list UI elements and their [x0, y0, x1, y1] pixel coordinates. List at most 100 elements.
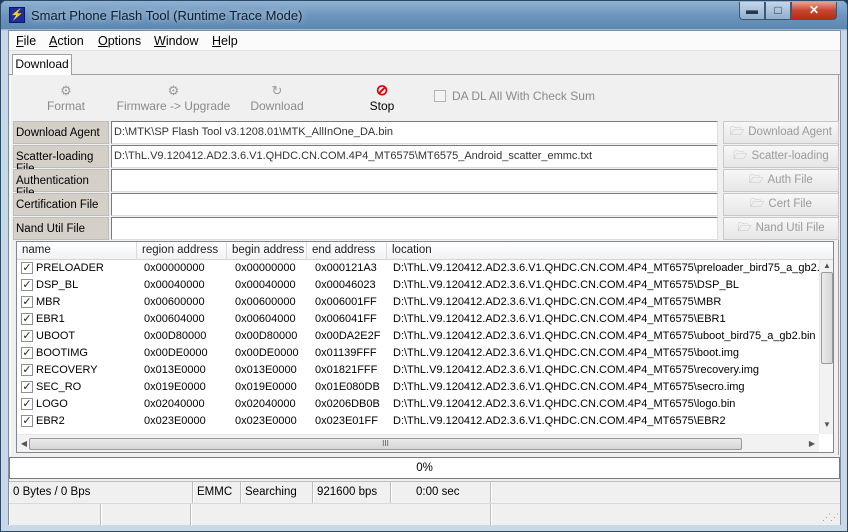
menu-help[interactable]: Help — [212, 34, 238, 48]
row-checkbox[interactable]: ✓ — [21, 381, 33, 393]
table-row[interactable]: ✓ RECOVERY 0x013E0000 0x013E0000 0x01821FFF D… — [17, 362, 819, 379]
scatter-input[interactable]: D:\ThL.V9.120412.AD2.3.6.V1.QHDC.CN.COM.… — [111, 145, 718, 168]
download-label: Download — [250, 99, 304, 113]
minimize-button[interactable]: ▬ — [739, 2, 765, 20]
close-button[interactable]: ✕ — [791, 2, 837, 20]
row-region-address: 0x019E0000 — [144, 381, 206, 393]
stop-button[interactable]: ⊘ Stop — [361, 83, 403, 117]
row-region-address: 0x00604000 — [144, 313, 205, 325]
row-end-address: 0x00046023 — [315, 279, 376, 291]
folder-icon: 🗁 — [733, 150, 748, 162]
row-checkbox[interactable]: ✓ — [21, 330, 33, 342]
download-button[interactable]: ↻ Download — [247, 83, 307, 117]
table-row[interactable]: ✓ MBR 0x00600000 0x00600000 0x006001FF D:\ThL… — [17, 294, 819, 311]
auth-input[interactable] — [111, 169, 718, 192]
nand-util-file-button[interactable]: 🗁 Nand Util File — [723, 217, 839, 240]
cert-input[interactable] — [111, 193, 718, 216]
checkbox-box[interactable] — [434, 90, 446, 102]
row-checkbox[interactable]: ✓ — [21, 347, 33, 359]
cert-file-button[interactable]: 🗁 Cert File — [723, 193, 839, 216]
col-end-address[interactable]: end address — [307, 242, 387, 260]
scroll-down-icon[interactable]: ▼ — [820, 420, 834, 429]
download-agent-button[interactable]: 🗁 Download Agent — [723, 121, 839, 144]
tab-download[interactable]: Download — [12, 54, 72, 75]
row-end-address: 0x000121A3 — [315, 262, 377, 274]
row-end-address: 0x01E080DB — [315, 381, 380, 393]
auth-file-button[interactable]: 🗁 Auth File — [723, 169, 839, 192]
row-location: D:\ThL.V9.120412.AD2.3.6.V1.QHDC.CN.COM.… — [393, 313, 726, 325]
vertical-scroll-thumb[interactable] — [821, 272, 833, 364]
nand-input[interactable] — [111, 217, 718, 240]
row-name: EBR2 — [36, 415, 65, 427]
horizontal-scrollbar[interactable]: ◀ III ▶ — [17, 434, 819, 452]
row-checkbox[interactable]: ✓ — [21, 262, 33, 274]
row-end-address: 0x00DA2E2F — [315, 330, 381, 342]
row-end-address: 0x006001FF — [315, 296, 377, 308]
table-row[interactable]: ✓ EBR1 0x00604000 0x00604000 0x006041FF D:\Th… — [17, 311, 819, 328]
row-region-address: 0x00600000 — [144, 296, 205, 308]
scroll-up-icon[interactable]: ▲ — [820, 261, 834, 270]
scatter-loading-button[interactable]: 🗁 Scatter-loading — [723, 145, 839, 168]
stop-icon: ⊘ — [375, 82, 389, 99]
status-transfer: 0 Bytes / 0 Bps — [9, 482, 193, 504]
table-row[interactable]: ✓ PRELOADER 0x00000000 0x00000000 0x000121A3… — [17, 260, 819, 277]
partition-list: name region address begin address end ad… — [16, 241, 834, 453]
folder-icon: 🗁 — [749, 174, 764, 186]
gear-icon: ⚙ — [167, 83, 180, 98]
col-location[interactable]: location — [387, 242, 833, 260]
format-button[interactable]: ⚙ Format — [41, 83, 91, 117]
col-name[interactable]: name — [17, 242, 137, 260]
app-window: ⚡ Smart Phone Flash Tool (Runtime Trace … — [0, 0, 848, 532]
auth-label: Authentication File — [13, 169, 109, 199]
menu-options[interactable]: Options — [98, 34, 141, 48]
menu-file[interactable]: File — [16, 34, 36, 48]
firmware-upgrade-button[interactable]: ⚙ Firmware -> Upgrade — [116, 83, 231, 117]
col-begin-address[interactable]: begin address — [227, 242, 307, 260]
status2-cell — [101, 504, 191, 526]
scroll-right-icon[interactable]: ▶ — [805, 439, 819, 448]
maximize-button[interactable]: □ — [765, 2, 791, 20]
row-name: UBOOT — [36, 330, 76, 342]
row-location: D:\ThL.V9.120412.AD2.3.6.V1.QHDC.CN.COM.… — [393, 279, 740, 291]
row-name: DSP_BL — [36, 279, 79, 291]
row-name: LOGO — [36, 398, 68, 410]
row-checkbox[interactable]: ✓ — [21, 364, 33, 376]
resize-grip-icon[interactable]: ⋰⋰ — [822, 512, 839, 523]
row-location: D:\ThL.V9.120412.AD2.3.6.V1.QHDC.CN.COM.… — [393, 364, 760, 376]
row-end-address: 0x01139FFF — [315, 347, 377, 359]
title-bar[interactable]: ⚡ Smart Phone Flash Tool (Runtime Trace … — [1, 1, 847, 29]
table-row[interactable]: ✓ UBOOT 0x00D80000 0x00D80000 0x00DA2E2F D:\T… — [17, 328, 819, 345]
vertical-scrollbar[interactable]: ▲ ▼ — [819, 260, 833, 434]
table-row[interactable]: ✓ LOGO 0x02040000 0x02040000 0x0206DB0B D:\Th… — [17, 396, 819, 413]
table-row[interactable]: ✓ EBR2 0x023E0000 0x023E0000 0x023E01FF D:\Th… — [17, 413, 819, 430]
list-header: name region address begin address end ad… — [17, 242, 833, 260]
row-location: D:\ThL.V9.120412.AD2.3.6.V1.QHDC.CN.COM.… — [393, 262, 819, 274]
progress-label: 0% — [416, 462, 433, 474]
row-checkbox[interactable]: ✓ — [21, 313, 33, 325]
table-row[interactable]: ✓ DSP_BL 0x00040000 0x00040000 0x00046023 D:\… — [17, 277, 819, 294]
status-storage: EMMC — [193, 482, 241, 504]
list-rows: ✓ PRELOADER 0x00000000 0x00000000 0x000121A3… — [17, 260, 819, 434]
folder-icon: 🗁 — [737, 222, 752, 234]
table-row[interactable]: ✓ SEC_RO 0x019E0000 0x019E0000 0x01E080DB D:\… — [17, 379, 819, 396]
row-begin-address: 0x02040000 — [235, 398, 296, 410]
row-name: BOOTIMG — [36, 347, 88, 359]
col-region-address[interactable]: region address — [137, 242, 227, 260]
status2-cell — [9, 504, 101, 526]
row-location: D:\ThL.V9.120412.AD2.3.6.V1.QHDC.CN.COM.… — [393, 330, 816, 342]
stop-label: Stop — [369, 99, 395, 113]
horizontal-scroll-thumb[interactable]: III — [29, 438, 742, 450]
da-dl-checksum-checkbox[interactable]: DA DL All With Check Sum — [434, 89, 595, 103]
row-checkbox[interactable]: ✓ — [21, 296, 33, 308]
cert-label: Certification File — [13, 193, 109, 216]
table-row[interactable]: ✓ BOOTIMG 0x00DE0000 0x00DE0000 0x01139FFF D:… — [17, 345, 819, 362]
menu-window[interactable]: Window — [154, 34, 198, 48]
status-baud: 921600 bps — [313, 482, 391, 504]
row-checkbox[interactable]: ✓ — [21, 415, 33, 427]
download-agent-input[interactable]: D:\MTK\SP Flash Tool v3.1208.01\MTK_AllI… — [111, 121, 718, 144]
da-dl-checksum-label: DA DL All With Check Sum — [452, 89, 595, 103]
menu-action[interactable]: Action — [49, 34, 84, 48]
row-checkbox[interactable]: ✓ — [21, 279, 33, 291]
row-begin-address: 0x023E0000 — [235, 415, 297, 427]
row-checkbox[interactable]: ✓ — [21, 398, 33, 410]
